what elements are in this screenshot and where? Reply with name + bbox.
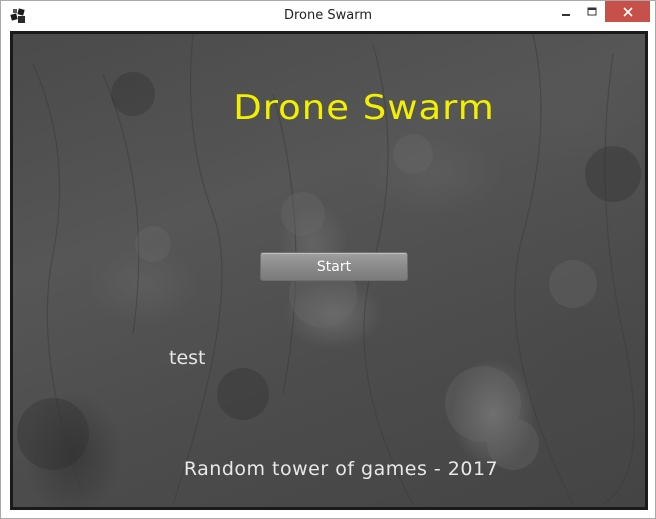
close-button[interactable] <box>605 1 650 22</box>
credits-footer: Random tower of games - 2017 <box>183 458 499 480</box>
test-label: test <box>169 347 206 369</box>
start-button[interactable]: Start <box>260 252 408 281</box>
game-title: Drone Swarm <box>233 87 495 128</box>
close-icon <box>622 6 633 17</box>
game-canvas: Drone Swarm Start test Random tower of g… <box>10 31 648 510</box>
minimize-icon <box>562 13 570 16</box>
app-window: Drone Swarm Drone Swarm Start test Rando… <box>0 0 656 519</box>
minimize-button[interactable] <box>553 1 579 22</box>
title-bar[interactable]: Drone Swarm <box>1 1 655 31</box>
maximize-button[interactable] <box>579 1 605 22</box>
maximize-icon <box>587 7 597 15</box>
